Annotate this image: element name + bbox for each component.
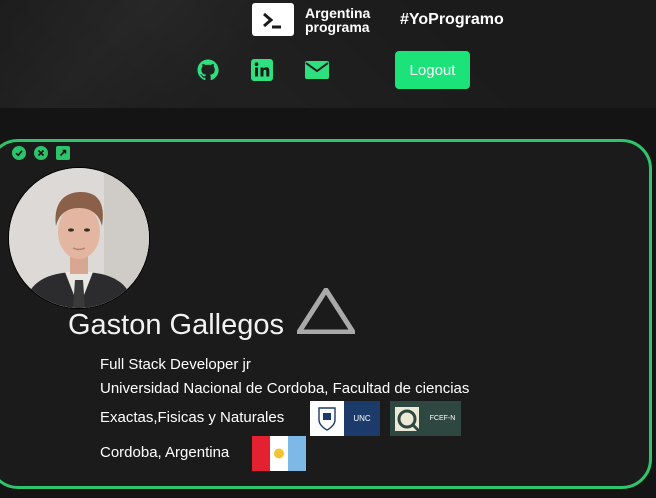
profile-avatar xyxy=(8,167,150,309)
cordoba-flag-icon xyxy=(252,436,306,471)
brand-line-2: programa xyxy=(305,18,370,35)
envelope-icon[interactable] xyxy=(304,57,330,83)
unc-label: UNC xyxy=(344,401,380,436)
linkedin-icon[interactable] xyxy=(249,57,275,83)
terminal-icon xyxy=(252,3,294,36)
brand-text: Argentina programa xyxy=(305,6,370,34)
close-icon[interactable] xyxy=(34,146,48,160)
unc-shield-icon xyxy=(310,401,344,436)
check-icon[interactable] xyxy=(12,146,26,160)
logout-button[interactable]: Logout xyxy=(395,51,470,89)
profile-education-line-1: Universidad Nacional de Cordoba, Faculta… xyxy=(100,380,470,397)
profile-name: Gaston Gallegos xyxy=(68,309,285,341)
hashtag-label: #YoProgramo xyxy=(400,11,504,28)
profile-education-line-2: Exactas,Fisicas y Naturales xyxy=(100,409,285,426)
fcefyn-badge: FCEF-N xyxy=(390,401,461,436)
argentina-programa-logo[interactable]: Argentina programa xyxy=(252,3,370,36)
profile-location: Cordoba, Argentina xyxy=(100,444,230,461)
fcefyn-emblem-icon xyxy=(390,401,424,436)
unc-badge: UNC xyxy=(310,401,380,436)
profile-role: Full Stack Developer jr xyxy=(100,356,251,373)
expand-icon[interactable] xyxy=(56,146,70,160)
github-icon[interactable] xyxy=(195,57,221,83)
brand-line-1: Argentina xyxy=(305,4,371,21)
top-header: Argentina programa #YoProgramo Logout xyxy=(0,0,656,108)
argentina-programa-watermark-icon xyxy=(294,285,358,339)
fcefyn-label: FCEF-N xyxy=(429,415,456,422)
